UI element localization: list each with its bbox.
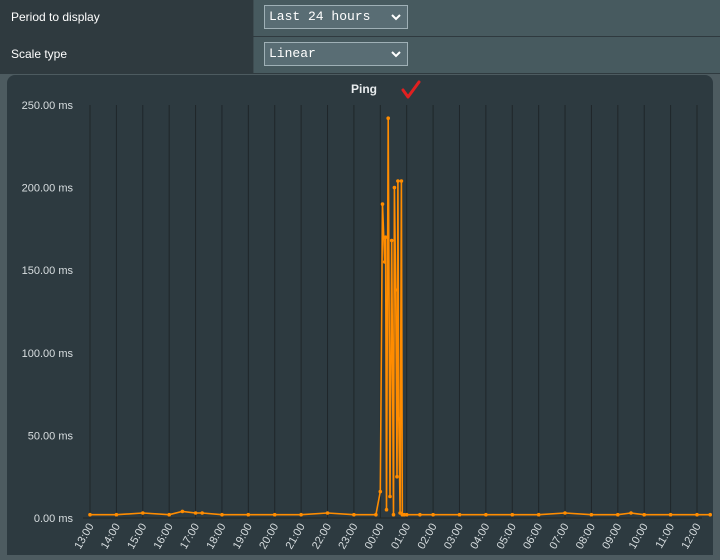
- data-point: [563, 511, 567, 515]
- data-point: [629, 511, 633, 515]
- x-tick-label: 15:00: [125, 522, 149, 552]
- data-point: [391, 512, 396, 517]
- x-tick-label: 10:00: [627, 522, 651, 552]
- data-point: [589, 512, 594, 517]
- data-point: [536, 512, 541, 517]
- data-point: [352, 512, 356, 517]
- x-tick-label: 17:00: [178, 522, 202, 552]
- x-tick-label: 01:00: [389, 522, 413, 552]
- scale-label: Scale type: [0, 37, 254, 73]
- x-tick-label: 04:00: [468, 522, 492, 552]
- period-label: Period to display: [0, 0, 254, 36]
- data-point: [200, 511, 204, 515]
- x-tick-label: 06:00: [521, 522, 545, 552]
- data-point: [668, 512, 673, 517]
- y-tick-label: 150.00 ms: [22, 265, 74, 277]
- data-point: [389, 238, 394, 243]
- x-tick-label: 07:00: [547, 522, 571, 552]
- data-point: [378, 489, 383, 494]
- data-point: [431, 512, 435, 517]
- data-point: [386, 116, 391, 120]
- x-tick-label: 18:00: [204, 522, 228, 552]
- period-select-value: Last 24 hours: [269, 9, 371, 24]
- x-tick-label: 23:00: [336, 522, 360, 552]
- data-point: [399, 179, 404, 183]
- x-tick-label: 00:00: [363, 522, 387, 552]
- ping-chart-panel: 0.00 ms 50.00 ms 100.00 ms 150.00 ms 200.00 …: [7, 75, 713, 555]
- chevron-down-icon: [391, 51, 401, 58]
- x-tick-label: 11:00: [653, 522, 677, 551]
- data-point: [392, 185, 397, 190]
- data-point: [374, 512, 378, 517]
- chart-series: [88, 116, 712, 517]
- x-tick-label: 12:00: [679, 522, 703, 552]
- data-point: [457, 512, 462, 517]
- data-point: [708, 512, 712, 517]
- x-tick-label: 05:00: [495, 522, 519, 552]
- data-point: [114, 512, 119, 517]
- period-select[interactable]: Last 24 hours: [264, 5, 408, 29]
- data-point: [180, 509, 185, 514]
- scale-row: Scale type Linear: [0, 37, 720, 74]
- data-point: [395, 474, 399, 479]
- x-tick-label: 21:00: [284, 522, 308, 552]
- data-point: [393, 288, 398, 292]
- ping-series-line: [90, 117, 711, 516]
- x-tick-label: 02:00: [416, 522, 440, 552]
- data-point: [396, 179, 400, 183]
- scale-select-value: Linear: [269, 46, 316, 61]
- y-tick-label: 0.00 ms: [34, 513, 74, 525]
- data-point: [88, 512, 92, 517]
- data-point: [642, 512, 646, 517]
- data-point: [299, 512, 303, 517]
- x-tick-label: 20:00: [257, 522, 281, 552]
- data-point: [272, 512, 277, 517]
- data-point: [220, 512, 224, 517]
- y-tick-label: 50.00 ms: [28, 430, 74, 442]
- x-tick-label: 16:00: [152, 522, 176, 552]
- data-point: [695, 512, 699, 517]
- y-tick-label: 200.00 ms: [22, 183, 74, 195]
- data-point: [397, 417, 401, 421]
- checkmark-icon: [401, 80, 421, 99]
- data-point: [193, 511, 198, 515]
- x-tick-label: 14:00: [99, 522, 123, 552]
- data-point: [382, 260, 387, 264]
- x-tick-label: 08:00: [574, 522, 598, 552]
- y-tick-label: 250.00 ms: [22, 100, 74, 112]
- x-tick-label: 09:00: [600, 522, 624, 552]
- data-point: [388, 494, 392, 499]
- scale-select[interactable]: Linear: [264, 42, 408, 66]
- chart-title: Ping: [351, 82, 377, 96]
- data-point: [167, 512, 171, 517]
- data-point: [418, 512, 422, 517]
- x-axis: 13:00 14:00 15:00 16:00 17:00 18:00 19:00 20:00…: [72, 522, 703, 552]
- x-tick-label: 03:00: [442, 522, 466, 552]
- y-axis: 0.00 ms 50.00 ms 100.00 ms 150.00 ms 200.00 …: [22, 100, 74, 525]
- x-tick-label: 19:00: [231, 522, 255, 552]
- x-tick-label: 22:00: [310, 522, 334, 552]
- data-point: [246, 512, 251, 517]
- data-point: [616, 512, 620, 517]
- data-point: [380, 202, 385, 206]
- period-row: Period to display Last 24 hours: [0, 0, 720, 37]
- x-tick-label: 13:00: [72, 522, 96, 552]
- chevron-down-icon: [391, 14, 401, 21]
- data-point: [325, 511, 330, 515]
- y-tick-label: 100.00 ms: [22, 348, 74, 360]
- data-point: [510, 512, 515, 517]
- data-point: [484, 512, 488, 517]
- data-point: [383, 235, 388, 239]
- data-point: [141, 511, 145, 515]
- data-point: [404, 512, 409, 517]
- ping-chart: 0.00 ms 50.00 ms 100.00 ms 150.00 ms 200.00 …: [22, 80, 712, 552]
- data-point: [384, 507, 389, 512]
